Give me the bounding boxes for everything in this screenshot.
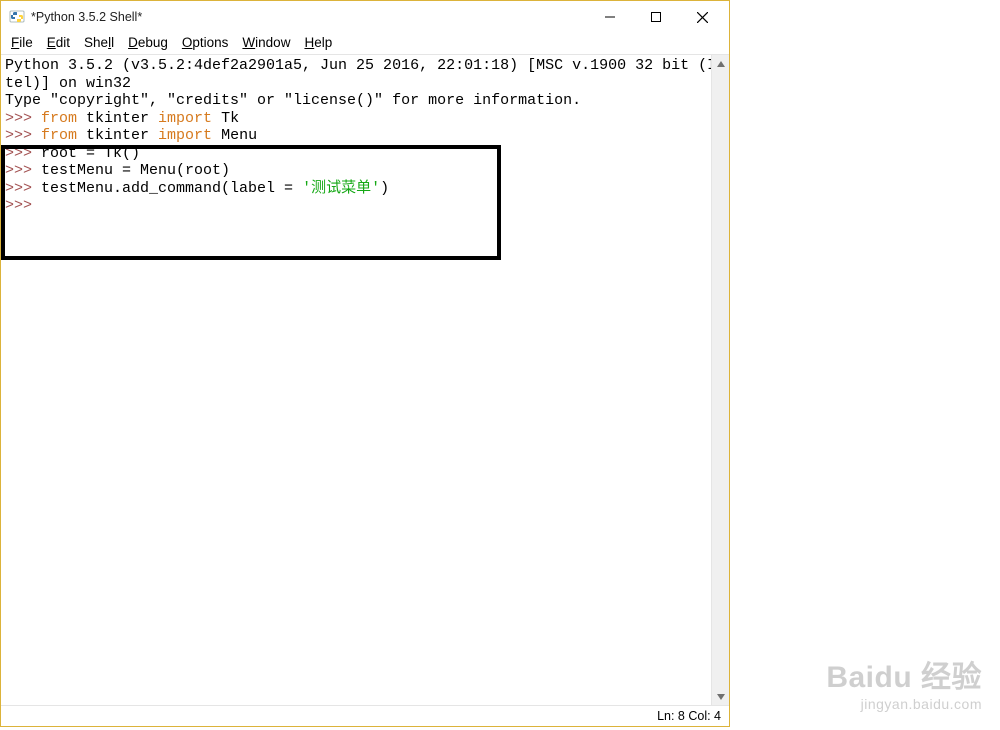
menu-debug[interactable]: Debug [128, 35, 168, 50]
prompt: >>> [5, 162, 41, 179]
watermark-url: jingyan.baidu.com [826, 696, 982, 712]
app-window: *Python 3.5.2 Shell* File Edit Shell Deb… [0, 0, 730, 727]
window-controls [587, 2, 725, 32]
keyword: from [41, 110, 77, 127]
titlebar[interactable]: *Python 3.5.2 Shell* [1, 1, 729, 33]
keyword: import [158, 110, 212, 127]
prompt: >>> [5, 145, 41, 162]
prompt: >>> [5, 197, 41, 214]
watermark: Baidu 经验 jingyan.baidu.com [826, 652, 982, 712]
banner-line: Python 3.5.2 (v3.5.2:4def2a2901a5, Jun 2… [5, 57, 711, 74]
window-title: *Python 3.5.2 Shell* [31, 10, 587, 24]
menu-edit[interactable]: Edit [47, 35, 70, 50]
shell-output[interactable]: Python 3.5.2 (v3.5.2:4def2a2901a5, Jun 2… [1, 55, 711, 705]
prompt: >>> [5, 110, 41, 127]
string-literal: '测试菜单' [302, 180, 380, 197]
statusbar: Ln: 8 Col: 4 [1, 705, 729, 726]
close-button[interactable] [679, 2, 725, 32]
menubar: File Edit Shell Debug Options Window Hel… [1, 33, 729, 54]
vertical-scrollbar[interactable] [711, 55, 729, 705]
keyword: import [158, 127, 212, 144]
scroll-up-button[interactable] [712, 55, 729, 72]
banner-line: tel)] on win32 [5, 75, 131, 92]
minimize-button[interactable] [587, 2, 633, 32]
scroll-down-button[interactable] [712, 688, 729, 705]
cursor-position: Ln: 8 Col: 4 [657, 709, 721, 723]
menu-window[interactable]: Window [242, 35, 290, 50]
banner-line: Type "copyright", "credits" or "license(… [5, 92, 581, 109]
prompt: >>> [5, 127, 41, 144]
watermark-brand: Baidu 经验 [826, 652, 982, 696]
menu-file[interactable]: File [11, 35, 33, 50]
content-wrap: Python 3.5.2 (v3.5.2:4def2a2901a5, Jun 2… [1, 54, 729, 705]
keyword: from [41, 127, 77, 144]
python-idle-icon [9, 9, 25, 25]
menu-options[interactable]: Options [182, 35, 229, 50]
menu-help[interactable]: Help [304, 35, 332, 50]
menu-shell[interactable]: Shell [84, 35, 114, 50]
prompt: >>> [5, 180, 41, 197]
maximize-button[interactable] [633, 2, 679, 32]
